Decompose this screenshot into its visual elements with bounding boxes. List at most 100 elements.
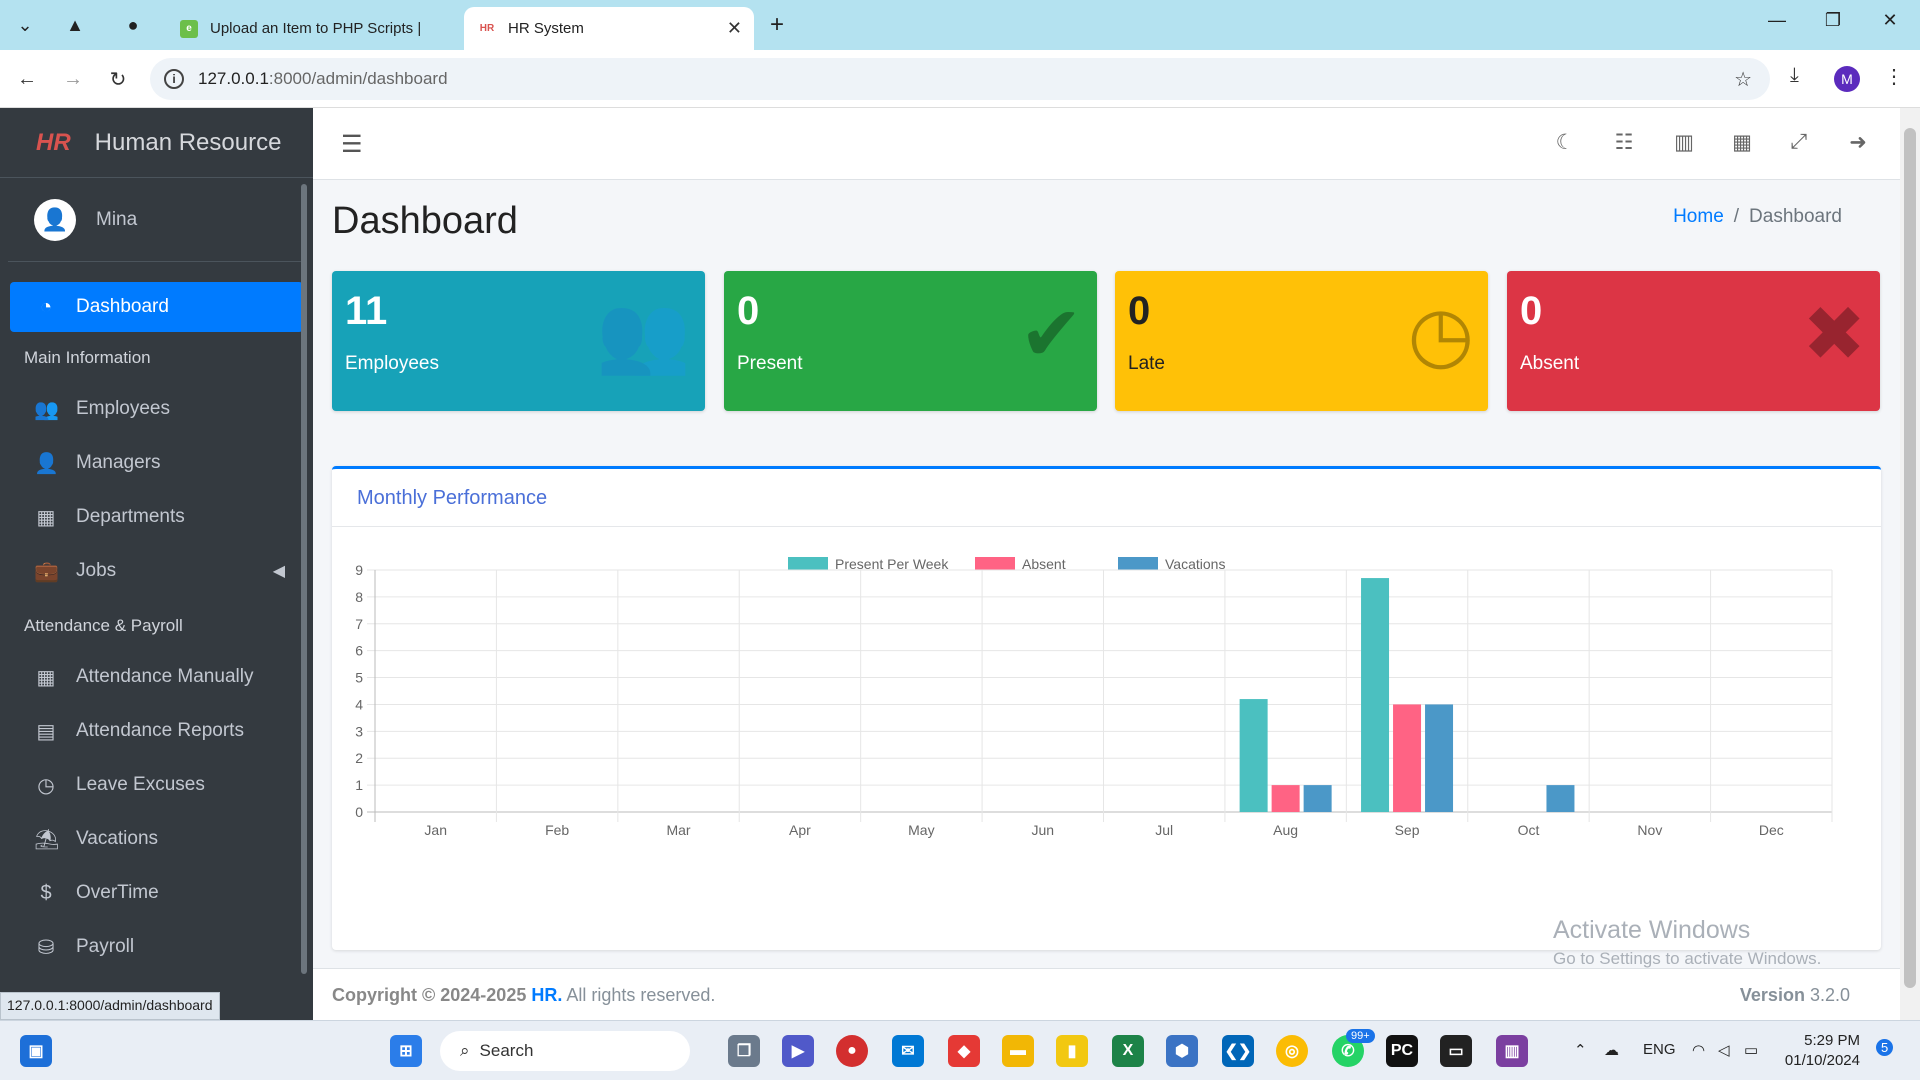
- winrar-icon[interactable]: ▥: [1496, 1035, 1528, 1067]
- stat-box-present[interactable]: 0 Present ✔: [724, 271, 1097, 411]
- brand-title: Human Resource: [94, 128, 282, 156]
- sidebar-item-departments[interactable]: ▦ Departments: [10, 492, 303, 542]
- page-scrollbar[interactable]: [1900, 108, 1920, 1020]
- dark-mode-moon-icon[interactable]: ☾: [1550, 130, 1580, 155]
- show-hidden-icons-icon[interactable]: ⌃: [1574, 1041, 1587, 1059]
- file-explorer-icon[interactable]: ▬: [1002, 1035, 1034, 1067]
- chevron-left-icon: ◀: [272, 563, 285, 580]
- y-tick-label: 5: [355, 670, 363, 686]
- browser-tab-bar: ⌄ ▲ ● e Upload an Item to PHP Scripts | …: [0, 0, 1920, 50]
- task-list-icon[interactable]: ☷: [1609, 130, 1639, 155]
- taskbar-search[interactable]: ⌕ Search: [440, 1031, 690, 1071]
- stat-box-absent[interactable]: 0 Absent ✖: [1507, 271, 1880, 411]
- scrollbar-thumb[interactable]: [1904, 128, 1916, 988]
- menu-kebab-icon[interactable]: ⋮: [1884, 64, 1904, 89]
- profile-avatar[interactable]: M: [1834, 66, 1860, 92]
- windows-start-icon[interactable]: ⊞: [390, 1035, 422, 1067]
- clock-icon: ◷: [1407, 292, 1474, 377]
- mail-icon[interactable]: ✉: [892, 1035, 924, 1067]
- hamburger-menu-icon[interactable]: ☰: [341, 130, 363, 159]
- stat-box-employees[interactable]: 11 Employees 👥: [332, 271, 705, 411]
- language-indicator[interactable]: ENG: [1643, 1041, 1676, 1058]
- calendar-icon[interactable]: ▦: [1727, 130, 1757, 155]
- url-field[interactable]: i 127.0.0.1:8000/admin/dashboard ☆: [150, 58, 1770, 100]
- virtualbox-icon[interactable]: ⬢: [1166, 1035, 1198, 1067]
- x-tick-label: Jun: [1032, 822, 1055, 838]
- stat-value: 0: [1128, 289, 1151, 333]
- taskbar-clock[interactable]: 5:29 PM 01/10/2024: [1780, 1031, 1860, 1071]
- sidebar-item-jobs[interactable]: 💼 Jobs ◀: [10, 546, 303, 596]
- stat-value: 11: [345, 289, 388, 333]
- record-icon[interactable]: ●: [836, 1035, 868, 1067]
- chrome-icon[interactable]: ◎: [1276, 1035, 1308, 1067]
- file-icon: ▤: [36, 720, 56, 743]
- widgets-icon[interactable]: ▣: [20, 1035, 52, 1067]
- brand-logo: HR: [36, 128, 71, 156]
- footer-brand-link[interactable]: HR.: [531, 985, 562, 1005]
- close-tab-icon[interactable]: ✕: [727, 18, 742, 39]
- anydesk-icon[interactable]: ◆: [948, 1035, 980, 1067]
- sidebar-item-leave-excuses[interactable]: ◷ Leave Excuses: [10, 760, 303, 810]
- sidebar-item-managers[interactable]: 👤 Managers: [10, 438, 303, 488]
- vscode-icon[interactable]: ❮❯: [1222, 1035, 1254, 1067]
- bar: [1271, 785, 1300, 812]
- stat-label: Late: [1128, 353, 1165, 374]
- window-close-icon[interactable]: ✕: [1870, 10, 1910, 31]
- download-icon[interactable]: ⤓: [1790, 64, 1799, 87]
- github-tab-icon[interactable]: ●: [118, 10, 148, 40]
- tab-hr-system[interactable]: HR HR System ✕: [464, 7, 754, 50]
- search-icon: ⌕: [460, 1041, 470, 1060]
- logout-icon[interactable]: ➜: [1843, 130, 1873, 155]
- activate-windows-watermark: Activate Windows Go to Settings to activ…: [1553, 916, 1822, 968]
- terminal-icon[interactable]: ▭: [1440, 1035, 1472, 1067]
- power-bi-icon[interactable]: ▮: [1056, 1035, 1088, 1067]
- pinned-tab-icon[interactable]: ▲: [60, 10, 90, 40]
- volume-icon[interactable]: ◁: [1718, 1041, 1730, 1059]
- teams-icon[interactable]: ▶: [782, 1035, 814, 1067]
- legend-swatch: [975, 557, 1015, 570]
- x-tick-label: Jul: [1155, 822, 1173, 838]
- y-tick-label: 3: [355, 723, 363, 739]
- sidebar-scrollbar[interactable]: [301, 184, 307, 974]
- task-view-icon[interactable]: ❐: [728, 1035, 760, 1067]
- notification-count-badge[interactable]: 5: [1876, 1039, 1894, 1056]
- tab-php-scripts[interactable]: e Upload an Item to PHP Scripts |: [166, 7, 462, 50]
- x-tick-label: Sep: [1395, 822, 1420, 838]
- back-icon[interactable]: ←: [12, 64, 42, 94]
- content-wrapper: ☰ ☾ ☷ ▥ ▦ ⤢ ➜ Dashboard Home / Dashboard 1…: [313, 108, 1900, 1020]
- new-tab-icon[interactable]: +: [762, 10, 792, 40]
- sidebar-item-dashboard[interactable]: ◔ Dashboard: [10, 282, 303, 332]
- forward-icon[interactable]: →: [58, 64, 88, 94]
- bar-chart-icon[interactable]: ▥: [1669, 130, 1699, 155]
- sidebar-item-attendance-manually[interactable]: ▦ Attendance Manually: [10, 652, 303, 702]
- minimize-icon[interactable]: —: [1757, 10, 1797, 31]
- fullscreen-icon[interactable]: ⤢: [1784, 130, 1814, 154]
- pycharm-icon[interactable]: PC: [1386, 1035, 1418, 1067]
- copyright-text: Copyright © 2024-2025: [332, 985, 532, 1005]
- battery-icon[interactable]: ▭: [1744, 1041, 1758, 1059]
- onedrive-cloud-icon[interactable]: ☁: [1604, 1041, 1619, 1059]
- restore-icon[interactable]: ❐: [1813, 10, 1853, 31]
- user-panel[interactable]: 👤 Mina: [8, 178, 305, 262]
- sidebar-item-employees[interactable]: 👥 Employees: [10, 384, 303, 434]
- user-name: Mina: [96, 208, 138, 230]
- x-tick-label: Mar: [666, 822, 690, 838]
- top-navbar: ☰ ☾ ☷ ▥ ▦ ⤢ ➜: [313, 108, 1900, 180]
- excel-icon[interactable]: X: [1112, 1035, 1144, 1067]
- user-avatar-icon: 👤: [34, 198, 76, 241]
- x-tick-label: Feb: [545, 822, 569, 838]
- bookmark-star-icon[interactable]: ☆: [1734, 67, 1752, 92]
- reload-icon[interactable]: ↻: [103, 64, 133, 94]
- footer-rights: All rights reserved.: [562, 985, 716, 1005]
- sidebar-item-payroll[interactable]: ⛁ Payroll: [10, 922, 303, 972]
- site-info-icon[interactable]: i: [164, 69, 184, 89]
- sidebar-item-overtime[interactable]: $ OverTime: [10, 868, 303, 918]
- wifi-icon[interactable]: ◠: [1692, 1041, 1705, 1059]
- y-tick-label: 8: [355, 589, 363, 605]
- sidebar-item-attendance-reports[interactable]: ▤ Attendance Reports: [10, 706, 303, 756]
- tab-search-icon[interactable]: ⌄: [10, 10, 40, 40]
- sidebar-item-vacations[interactable]: ⛱ Vacations: [10, 814, 303, 864]
- stat-box-late[interactable]: 0 Late ◷: [1115, 271, 1488, 411]
- brand-link[interactable]: HR Human Resource: [0, 108, 313, 178]
- breadcrumb-home-link[interactable]: Home: [1673, 206, 1724, 227]
